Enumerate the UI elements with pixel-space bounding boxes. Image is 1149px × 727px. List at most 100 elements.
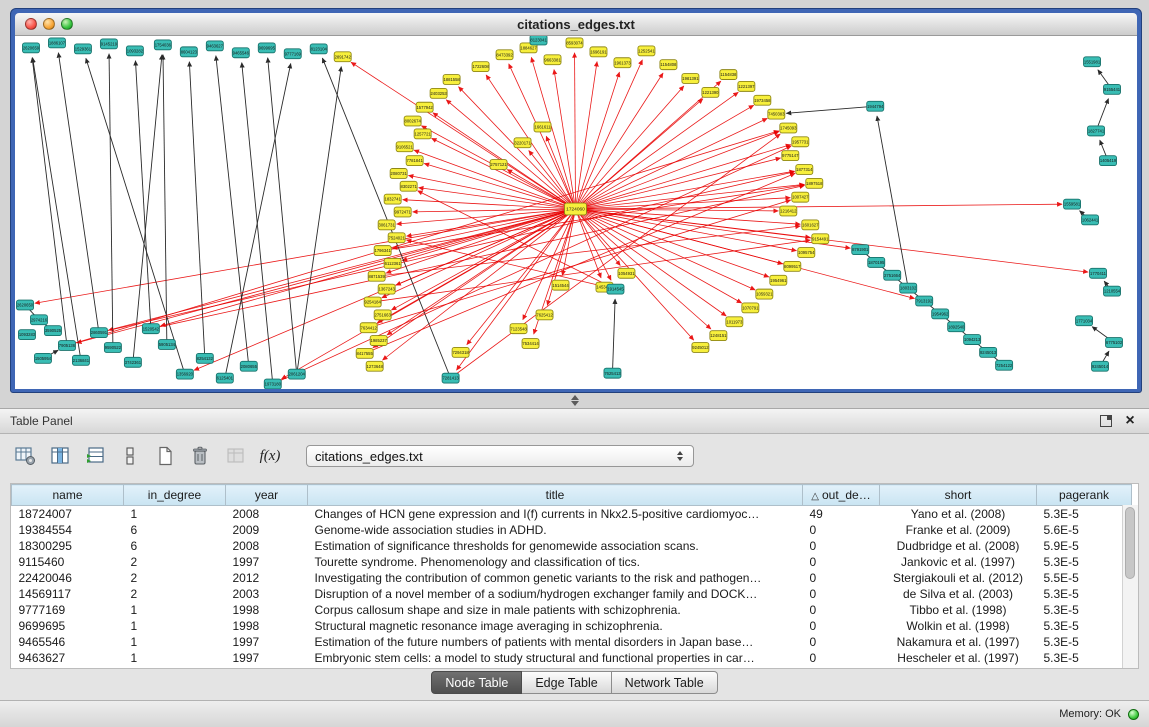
graph-node[interactable]: 2891742 xyxy=(334,52,351,62)
table-row[interactable]: 969969511998Structural magnetic resonanc… xyxy=(12,618,1132,634)
graph-edge[interactable] xyxy=(32,58,67,346)
graph-node[interactable]: 9106521 xyxy=(396,142,413,152)
graph-node[interactable]: 2751663 xyxy=(374,310,391,320)
graph-edge[interactable] xyxy=(419,188,576,209)
graph-node[interactable]: 2403253 xyxy=(430,88,447,98)
graph-node[interactable]: 2974216 xyxy=(30,315,47,325)
graph-node[interactable]: 1559581 xyxy=(1064,199,1081,209)
minimize-button[interactable] xyxy=(43,18,55,30)
graph-node[interactable]: 1356920 xyxy=(176,369,193,379)
graph-node[interactable]: 2751664 xyxy=(884,270,901,280)
graph-edge[interactable] xyxy=(133,55,162,363)
column-header-pagerank[interactable]: pagerank xyxy=(1037,485,1132,506)
graph-node[interactable]: 1870195 xyxy=(868,257,885,267)
graph-node[interactable]: 8254132 xyxy=(196,353,213,363)
graph-node[interactable]: 3590525 xyxy=(44,326,61,336)
show-columns-button[interactable] xyxy=(47,444,73,468)
new-table-button[interactable] xyxy=(152,444,178,468)
graph-node[interactable]: 1985237 xyxy=(370,336,387,346)
graph-node[interactable]: 8473392 xyxy=(496,50,513,60)
graph-edge[interactable] xyxy=(216,56,249,367)
graph-node[interactable]: 9245013 xyxy=(980,347,997,357)
graph-edge[interactable] xyxy=(576,158,781,209)
graph-node[interactable]: 8123104 xyxy=(310,44,327,54)
graph-node[interactable]: 7524021 xyxy=(388,233,405,243)
graph-node[interactable]: 1954961 xyxy=(770,275,787,285)
graph-edge[interactable] xyxy=(576,72,620,209)
table-row[interactable]: 1830029562008Estimation of significance … xyxy=(12,538,1132,554)
graph-edge[interactable] xyxy=(369,200,791,328)
graph-edge[interactable] xyxy=(612,299,615,373)
delete-table-button[interactable] xyxy=(187,444,213,468)
graph-node[interactable]: 9154491 xyxy=(812,234,829,244)
graph-node[interactable]: 8302271 xyxy=(400,181,417,191)
graph-edge[interactable] xyxy=(576,81,721,209)
graph-node[interactable]: 1505954 xyxy=(34,353,51,363)
graph-edge[interactable] xyxy=(451,134,781,378)
graph-edge[interactable] xyxy=(546,136,575,209)
graph-edge[interactable] xyxy=(446,100,575,209)
graph-edge[interactable] xyxy=(99,172,795,333)
graph-node[interactable]: 1154838 xyxy=(720,70,737,80)
graph-node[interactable]: 1914545 xyxy=(607,284,624,294)
graph-node[interactable]: 1722608 xyxy=(472,62,489,72)
graph-node[interactable]: 1796341 xyxy=(374,246,391,256)
graph-node[interactable]: 2080731 xyxy=(390,168,407,178)
column-header-title[interactable]: title xyxy=(308,485,803,506)
graph-node[interactable]: 9463627 xyxy=(206,41,223,51)
graph-node[interactable]: 9145219 xyxy=(100,39,117,49)
graph-node[interactable]: 2136841 xyxy=(72,355,89,365)
graph-node[interactable]: 1827741 xyxy=(1088,126,1105,136)
graph-node[interactable]: 1661611 xyxy=(534,122,551,132)
graph-node[interactable]: 7450383 xyxy=(768,109,785,119)
graph-node[interactable]: 1961373 xyxy=(614,58,631,68)
graph-edge[interactable] xyxy=(414,150,575,209)
graph-node[interactable]: 1577942 xyxy=(416,102,433,112)
graph-node[interactable]: 7294318 xyxy=(452,347,469,357)
table-row[interactable]: 946362711997Embryonic stem cells: a mode… xyxy=(12,650,1132,666)
column-header-out_de[interactable]: △out_de… xyxy=(803,485,880,506)
graph-node[interactable]: 6112361 xyxy=(384,258,401,268)
tab-network-table[interactable]: Network Table xyxy=(612,671,718,694)
graph-node[interactable]: 7625412 xyxy=(536,310,553,320)
graph-node[interactable]: 1257721 xyxy=(414,129,431,139)
close-button[interactable] xyxy=(25,18,37,30)
graph-node[interactable]: 8604123 xyxy=(180,47,197,57)
graph-node[interactable]: 1897518 xyxy=(806,178,823,188)
graph-node[interactable]: 7625413 xyxy=(604,368,621,378)
graph-node[interactable]: 6775102 xyxy=(1106,338,1123,348)
graph-node[interactable]: 1832741 xyxy=(384,194,401,204)
graph-edge[interactable] xyxy=(189,62,204,359)
graph-node[interactable]: 7123548 xyxy=(510,324,527,334)
column-header-name[interactable]: name xyxy=(12,485,124,506)
graph-node[interactable]: 2757121 xyxy=(490,160,507,170)
tab-node-table[interactable]: Node Table xyxy=(431,671,522,694)
graph-node[interactable]: 1754036 xyxy=(154,40,171,50)
graph-node[interactable]: 8417555 xyxy=(356,348,373,358)
graph-node[interactable]: 1011973 xyxy=(726,317,743,327)
column-header-year[interactable]: year xyxy=(226,485,308,506)
graph-node[interactable]: 1007427 xyxy=(792,192,809,202)
graph-node[interactable]: 1514544 xyxy=(552,280,569,290)
graph-node[interactable]: 1973180 xyxy=(264,379,281,389)
graph-node[interactable]: 1892540 xyxy=(948,322,965,332)
graph-node[interactable]: 1062441 xyxy=(1082,215,1099,225)
graph-node[interactable]: 1094213 xyxy=(964,335,981,345)
graph-node[interactable]: 1881558 xyxy=(443,75,460,85)
graph-node[interactable]: 1973458 xyxy=(754,95,771,105)
graph-node[interactable]: 1771034 xyxy=(1076,316,1093,326)
graph-edge[interactable] xyxy=(554,70,575,210)
table-row[interactable]: 1938455462009Genome-wide association stu… xyxy=(12,522,1132,538)
graph-node[interactable]: 8791901 xyxy=(852,245,869,255)
graph-node[interactable]: 9245014 xyxy=(1092,361,1109,371)
graph-node[interactable]: 2620659 xyxy=(22,43,39,53)
graph-node[interactable]: 8002674 xyxy=(404,116,421,126)
table-scrollbar[interactable] xyxy=(1122,505,1138,668)
graph-hub-node[interactable]: 1724060 xyxy=(565,203,587,215)
graph-node[interactable]: 1095754 xyxy=(798,248,815,258)
graph-node[interactable]: 9254184 xyxy=(364,297,381,307)
table-row[interactable]: 911546021997Tourette syndrome. Phenomeno… xyxy=(12,554,1132,570)
graph-node[interactable]: 9155441 xyxy=(1104,84,1121,94)
tab-edge-table[interactable]: Edge Table xyxy=(522,671,611,694)
edit-columns-button[interactable] xyxy=(82,444,108,468)
